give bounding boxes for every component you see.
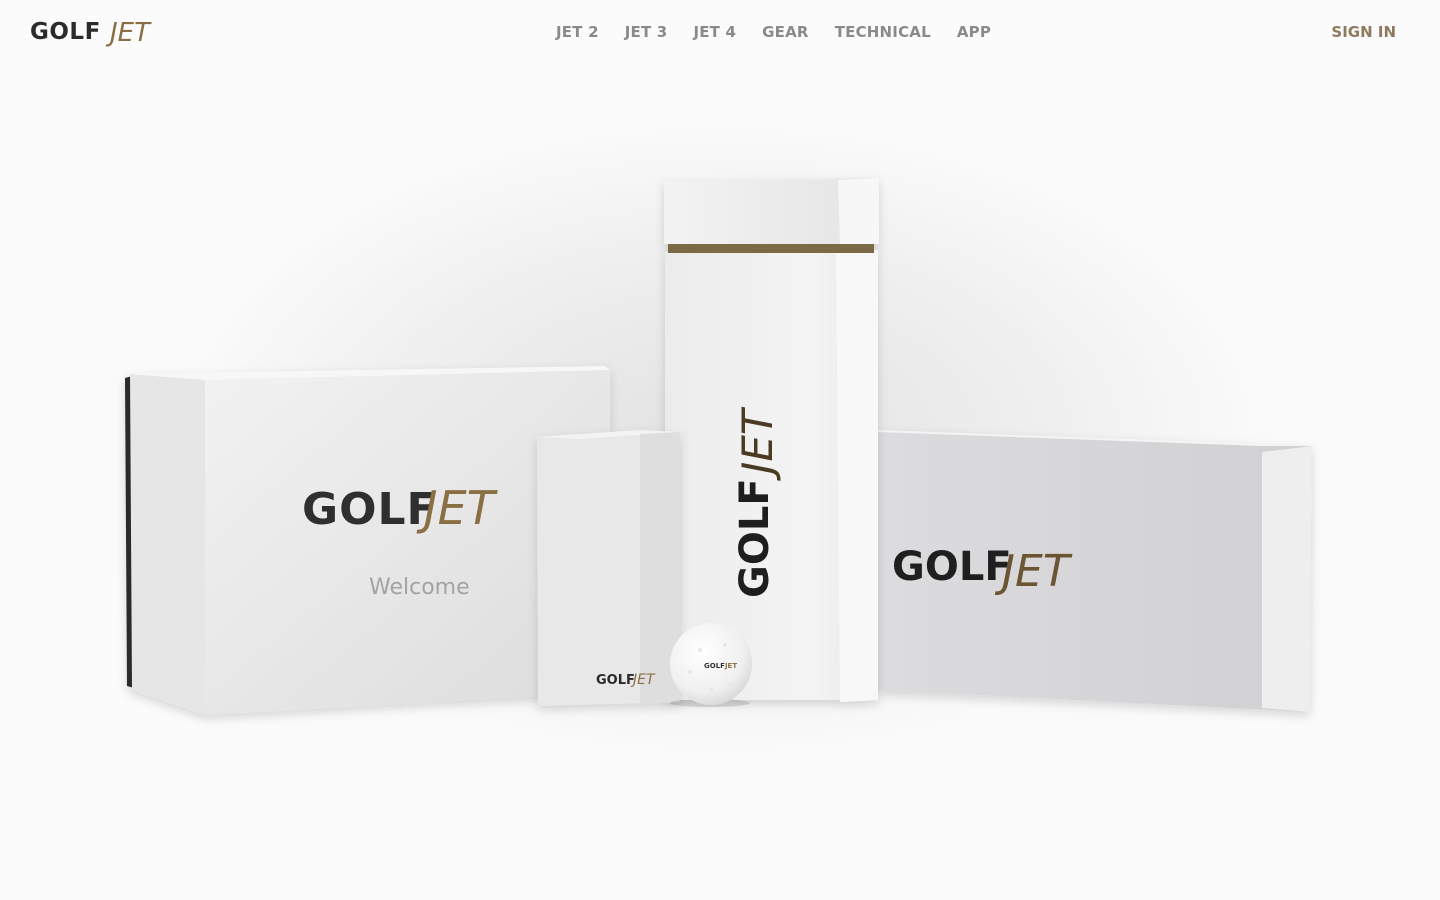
main-nav: JET 2 JET 3 JET 4 GEAR TECHNICAL APP: [556, 22, 991, 42]
left-box-logo-jet: JET: [416, 481, 499, 535]
golfjet-logo[interactable]: GOLF JET: [30, 12, 182, 48]
page: GOLFJET GOLF JET Welcome GOLF JET GOLF J…: [0, 0, 1440, 900]
nav-item-technical[interactable]: TECHNICAL: [835, 22, 931, 42]
logo-text-golf: GOLF: [30, 19, 101, 45]
nav-item-jet-2[interactable]: JET 2: [556, 22, 599, 42]
nav-item-app[interactable]: APP: [957, 22, 991, 42]
right-box-logo: GOLF JET: [892, 544, 1073, 597]
small-box-logo-golf: GOLF: [596, 673, 635, 688]
welcome-text: Welcome: [369, 575, 470, 600]
sign-in-link[interactable]: SIGN IN: [1331, 22, 1396, 42]
small-box-logo-jet: JET: [630, 672, 656, 688]
small-box-logo: GOLF JET: [596, 672, 656, 688]
tall-box-logo-golf: GOLF: [732, 478, 778, 598]
left-box-logo-golf: GOLF: [302, 484, 438, 535]
nav-item-jet-4[interactable]: JET 4: [693, 22, 736, 42]
svg-text:GOLFJET: GOLFJET: [704, 662, 737, 670]
right-box-logo-golf: GOLF: [892, 544, 1012, 590]
hero-product-image: GOLFJET GOLF JET Welcome GOLF JET GOLF J…: [125, 178, 1312, 715]
nav-item-gear[interactable]: GEAR: [762, 22, 809, 42]
tall-box-logo: GOLF JET: [732, 406, 782, 598]
site-header: GOLF JET JET 2 JET 3 JET 4 GEAR TECHNICA…: [0, 0, 1440, 64]
small-box: [537, 430, 680, 706]
logo-text-jet: JET: [105, 18, 152, 48]
tall-box-logo-jet: JET: [733, 406, 782, 481]
nav-item-jet-3[interactable]: JET 3: [625, 22, 668, 42]
right-box-logo-jet: JET: [994, 546, 1073, 597]
